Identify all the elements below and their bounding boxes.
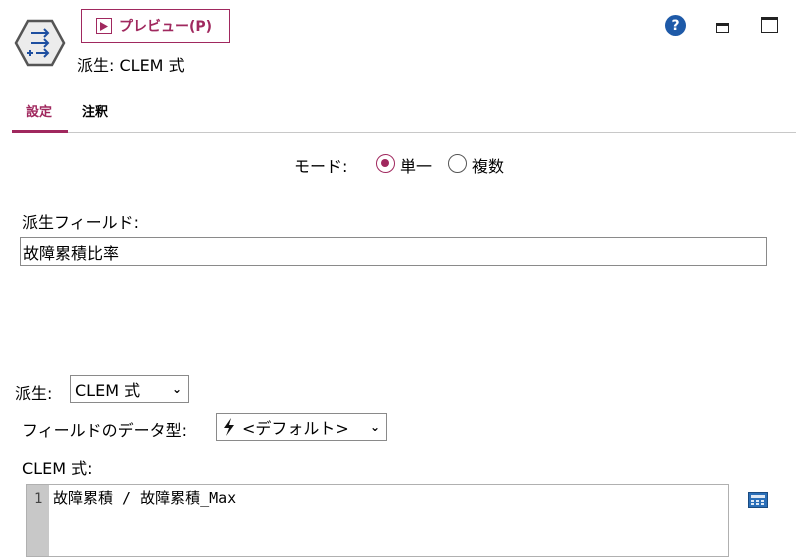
mode-multiple-radio[interactable]	[448, 154, 467, 173]
field-type-label: フィールドのデータ型:	[22, 421, 188, 440]
clem-expression-editor[interactable]: 1 故障累積 / 故障累積_Max	[26, 484, 729, 557]
expression-code[interactable]: 故障累積 / 故障累積_Max	[53, 487, 236, 508]
mode-label: モード:	[294, 157, 348, 176]
clem-expression-label: CLEM 式:	[22, 459, 93, 478]
derive-as-value: CLEM 式	[75, 381, 141, 400]
active-tab-indicator	[12, 130, 68, 133]
preview-button[interactable]: プレビュー(P)	[81, 9, 230, 43]
derive-field-input[interactable]	[20, 237, 767, 266]
node-title: 派生: CLEM 式	[77, 56, 185, 75]
expression-builder-icon[interactable]	[748, 492, 768, 508]
derive-as-select[interactable]: CLEM 式 ⌄	[70, 375, 189, 403]
preview-button-label: プレビュー(P)	[119, 19, 213, 35]
mode-multiple-label[interactable]: 複数	[472, 153, 504, 177]
lightning-bolt-icon	[224, 418, 234, 436]
chevron-down-icon: ⌄	[369, 420, 380, 434]
field-type-value: <デフォルト>	[242, 419, 349, 438]
derive-as-label: 派生:	[15, 384, 53, 403]
mode-single-label[interactable]: 単一	[400, 153, 432, 177]
help-icon[interactable]: ?	[665, 15, 686, 36]
minimize-icon[interactable]	[716, 23, 729, 33]
derive-field-label: 派生フィールド:	[22, 213, 140, 232]
mode-single-radio[interactable]	[376, 154, 395, 173]
tab-notes[interactable]: 注釈	[82, 101, 108, 120]
field-type-select[interactable]: <デフォルト> ⌄	[216, 413, 387, 441]
tab-bar: 設定 注釈	[12, 93, 796, 133]
derive-node-icon	[14, 19, 66, 67]
line-number: 1	[34, 491, 43, 507]
tab-settings[interactable]: 設定	[26, 101, 52, 120]
chevron-down-icon: ⌄	[171, 382, 182, 396]
maximize-icon[interactable]	[761, 17, 778, 33]
play-icon	[96, 18, 112, 34]
